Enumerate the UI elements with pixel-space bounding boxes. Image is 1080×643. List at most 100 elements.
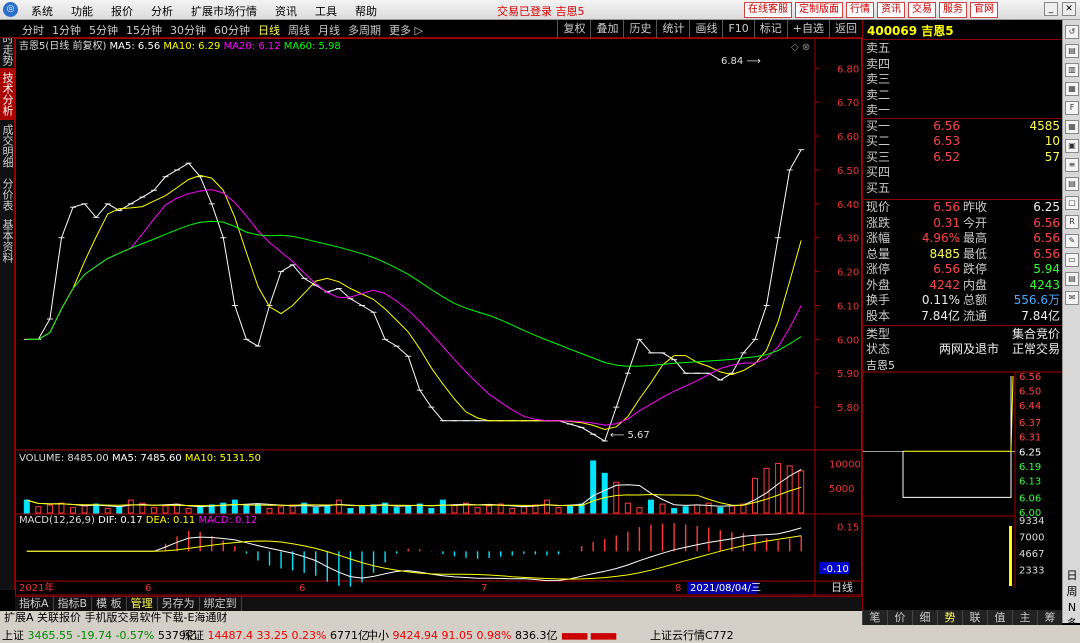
period-tab[interactable]: 分时 <box>18 22 48 38</box>
menu-item[interactable]: 帮助 <box>346 3 386 19</box>
menu-item[interactable]: 资讯 <box>266 3 306 19</box>
toolbar-action[interactable]: 叠加 <box>590 20 623 38</box>
toolbar-action[interactable]: 返回 <box>829 20 862 38</box>
main-menu: 系统 功能 报价 分析 扩展市场行情 资讯 工具 帮助 <box>22 3 386 19</box>
toolbar-action[interactable]: F10 <box>722 20 753 38</box>
index-quote[interactable]: 中小 9424.94 91.05 0.98% 836.3亿 <box>367 627 557 643</box>
period-tab[interactable]: 5分钟 <box>85 22 122 38</box>
status-bar: 上证 3465.55 -19.74 -0.57% 5379亿 深证 14487.4… <box>0 625 1080 643</box>
menu-item[interactable]: 扩展市场行情 <box>182 3 266 19</box>
tool-icon[interactable]: ✎ <box>1065 234 1079 248</box>
index-amount: 6771亿 <box>329 629 369 642</box>
title-button[interactable]: 官网 <box>970 2 998 18</box>
left-tab[interactable]: 基本资料 <box>0 216 15 266</box>
title-button[interactable]: 服务 <box>939 2 967 18</box>
right-tab[interactable]: 势 <box>937 610 962 625</box>
right-tab[interactable]: 价 <box>887 610 912 625</box>
menu-item[interactable]: 系统 <box>22 3 62 19</box>
right-tab[interactable]: 筹 <box>1037 610 1062 625</box>
quote-value: 6.56 <box>933 200 960 214</box>
volume-bar <box>347 508 354 514</box>
menu-item[interactable]: 分析 <box>142 3 182 19</box>
toolbar-action[interactable]: 标记 <box>753 20 787 38</box>
period-tab[interactable]: 1分钟 <box>48 22 85 38</box>
notes-icon[interactable]: ▤ <box>1065 272 1079 286</box>
title-button[interactable]: 定制版面 <box>795 2 843 18</box>
server-name[interactable]: 上证云行情C772 <box>650 627 734 643</box>
window-icon[interactable]: ▭ <box>1065 253 1079 267</box>
volume-tick-label: 5000 <box>829 484 854 495</box>
indicator-tab[interactable]: 另存为 <box>158 597 200 611</box>
volume-bar <box>324 505 331 514</box>
price-tick-label: 6.20 <box>837 268 859 279</box>
side-vertical-text: 日周N多 <box>1066 569 1078 630</box>
rss-icon[interactable]: R <box>1065 215 1079 229</box>
indicator-tab[interactable]: 管理 <box>127 597 158 611</box>
period-tab[interactable]: 周线 <box>284 22 314 38</box>
quote-label: 涨停 <box>866 262 891 276</box>
period-tab[interactable]: 多周期 <box>344 22 385 38</box>
refresh-icon[interactable]: ↺ <box>1065 25 1079 39</box>
orderbook-label: 卖一 <box>866 103 891 117</box>
orderbook-price: 6.56 <box>933 118 960 133</box>
candle-icon[interactable]: ▦ <box>1065 82 1079 96</box>
index-quote[interactable]: 深证 14487.4 33.25 0.23% 6771亿 <box>182 627 369 643</box>
volume-bar <box>428 508 435 514</box>
right-tab[interactable]: 值 <box>987 610 1012 625</box>
kline-chart[interactable]: 6.80 6.70 6.60 6.50 6.40 6.30 6.20 6.10 6.00 5.90… <box>15 38 862 610</box>
orderbook-volume: 4585 <box>1029 118 1060 133</box>
indicator-tab[interactable]: 指标A <box>15 597 54 611</box>
menu-item[interactable]: 报价 <box>102 3 142 19</box>
volume-bar <box>728 505 735 514</box>
orderbook-label: 卖三 <box>866 72 891 86</box>
title-button[interactable]: 行情 <box>846 2 874 18</box>
grid-icon[interactable]: ▦ <box>1065 120 1079 134</box>
f10-icon[interactable]: F <box>1065 101 1079 115</box>
chart-icon[interactable]: ▥ <box>1065 63 1079 77</box>
indicator-tab[interactable]: 指标B <box>54 597 93 611</box>
volume-bar <box>543 499 550 514</box>
left-tab[interactable]: 分价表 <box>0 172 15 216</box>
indicator-tab[interactable]: 模 板 <box>92 597 127 611</box>
left-tab[interactable]: 技术分析 <box>0 68 15 120</box>
quote-value: 6.56 <box>1033 231 1060 245</box>
period-tab[interactable]: 日线 <box>254 22 284 38</box>
volume-bar <box>70 507 77 514</box>
mini-volume-label: 4667 <box>1019 549 1044 560</box>
menu-item[interactable]: 工具 <box>306 3 346 19</box>
right-tab[interactable]: 笔 <box>862 610 887 625</box>
period-tab[interactable]: 15分钟 <box>122 22 166 38</box>
layout-icon[interactable]: ▢ <box>1065 196 1079 210</box>
minimize-icon[interactable]: _ <box>1044 2 1058 16</box>
title-button[interactable]: 交易 <box>908 2 936 18</box>
right-tab[interactable]: 主 <box>1012 610 1037 625</box>
right-tab[interactable]: 联 <box>962 610 987 625</box>
news-icon[interactable]: ▣ <box>1065 139 1079 153</box>
toolbar-action[interactable]: 历史 <box>623 20 656 38</box>
toolbar-action[interactable]: +自选 <box>786 20 829 38</box>
chart-settings-icon[interactable]: ◇ ⊗ <box>791 42 810 53</box>
mail-icon[interactable]: ✉ <box>1065 291 1079 305</box>
period-tab[interactable]: 更多 ▷ <box>385 22 427 38</box>
list-icon[interactable]: ≡ <box>1065 158 1079 172</box>
title-button[interactable]: 资讯 <box>877 2 905 18</box>
left-tab[interactable]: 成交明细 <box>0 120 15 172</box>
period-tab[interactable]: 月线 <box>314 22 344 38</box>
right-tab[interactable]: 细 <box>912 610 937 625</box>
table-icon[interactable]: ▤ <box>1065 177 1079 191</box>
toolbar-action[interactable]: 统计 <box>656 20 689 38</box>
volume-bar <box>555 507 562 514</box>
period-tab[interactable]: 30分钟 <box>166 22 210 38</box>
indicator-tab[interactable]: 绑定到 <box>200 597 242 611</box>
toolbar-action[interactable]: 画线 <box>689 20 722 38</box>
menu-item[interactable]: 功能 <box>62 3 102 19</box>
toolbar-action[interactable]: 复权 <box>557 20 590 38</box>
index-quote[interactable]: 上证 3465.55 -19.74 -0.57% 5379亿 <box>2 627 197 643</box>
title-button[interactable]: 在线客服 <box>744 2 792 18</box>
close-icon[interactable]: ✕ <box>1062 2 1076 16</box>
orderbook-label: 买二 <box>866 134 891 148</box>
mini-intraday-chart[interactable]: 吉恩56.566.506.446.376.316.256.196.136.066… <box>863 358 1063 588</box>
axis-mode-label[interactable]: 日线 <box>831 580 853 594</box>
kline-icon[interactable]: ▤ <box>1065 44 1079 58</box>
period-tab[interactable]: 60分钟 <box>210 22 254 38</box>
